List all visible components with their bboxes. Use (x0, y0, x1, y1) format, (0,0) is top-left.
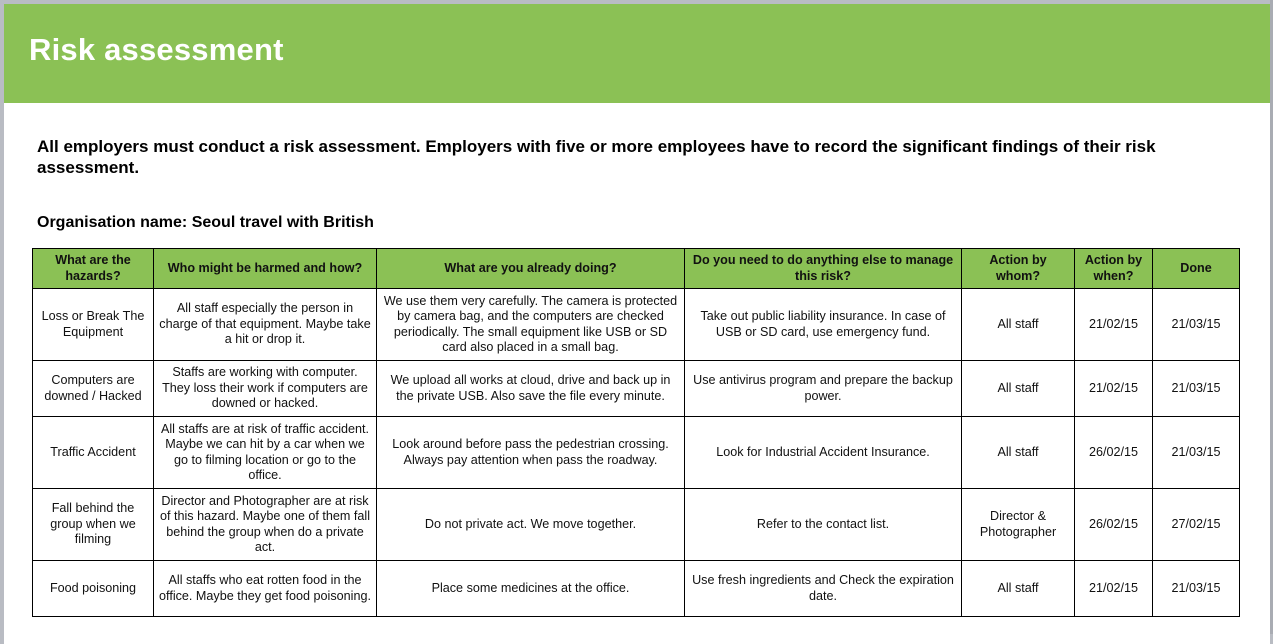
column-header-action-by-when: Action by when? (1074, 248, 1153, 289)
action-by-whom-cell: All staff (961, 416, 1075, 489)
column-header-done: Done (1152, 248, 1240, 289)
who-harmed-cell: All staffs who eat rotten food in the of… (153, 560, 377, 617)
table-header-row: What are the hazards? Who might be harme… (32, 248, 1240, 289)
hazard-cell: Loss or Break The Equipment (32, 288, 154, 361)
done-cell: 21/03/15 (1152, 288, 1240, 361)
hazard-cell: Computers are downed / Hacked (32, 360, 154, 417)
anything-else-cell: Take out public liability insurance. In … (684, 288, 962, 361)
done-cell: 21/03/15 (1152, 360, 1240, 417)
already-doing-cell: We upload all works at cloud, drive and … (376, 360, 685, 417)
done-cell: 21/03/15 (1152, 416, 1240, 489)
action-by-whom-cell: All staff (961, 288, 1075, 361)
table-row: Loss or Break The Equipment All staff es… (32, 288, 1240, 361)
table-row: Traffic Accident All staffs are at risk … (32, 416, 1240, 489)
table-row: Computers are downed / Hacked Staffs are… (32, 360, 1240, 417)
done-cell: 27/02/15 (1152, 488, 1240, 561)
already-doing-cell: Place some medicines at the office. (376, 560, 685, 617)
column-header-who-harmed: Who might be harmed and how? (153, 248, 377, 289)
page-title: Risk assessment (29, 32, 284, 67)
already-doing-cell: We use them very carefully. The camera i… (376, 288, 685, 361)
intro-text: All employers must conduct a risk assess… (37, 137, 1156, 177)
who-harmed-cell: All staff especially the person in charg… (153, 288, 377, 361)
action-by-when-cell: 21/02/15 (1074, 360, 1153, 417)
organisation-name: Organisation name: Seoul travel with Bri… (37, 214, 374, 231)
action-by-whom-cell: All staff (961, 360, 1075, 417)
table-row: Fall behind the group when we filming Di… (32, 488, 1240, 561)
column-header-action-by-whom: Action by whom? (961, 248, 1075, 289)
hazard-cell: Fall behind the group when we filming (32, 488, 154, 561)
action-by-when-cell: 26/02/15 (1074, 416, 1153, 489)
action-by-when-cell: 21/02/15 (1074, 288, 1153, 361)
who-harmed-cell: Director and Photographer are at risk of… (153, 488, 377, 561)
action-by-when-cell: 26/02/15 (1074, 488, 1153, 561)
document-page: Risk assessment All employers must condu… (4, 4, 1270, 644)
action-by-whom-cell: Director & Photographer (961, 488, 1075, 561)
column-header-already-doing: What are you already doing? (376, 248, 685, 289)
hazard-cell: Food poisoning (32, 560, 154, 617)
action-by-when-cell: 21/02/15 (1074, 560, 1153, 617)
done-cell: 21/03/15 (1152, 560, 1240, 617)
anything-else-cell: Use fresh ingredients and Check the expi… (684, 560, 962, 617)
anything-else-cell: Look for Industrial Accident Insurance. (684, 416, 962, 489)
who-harmed-cell: Staffs are working with computer. They l… (153, 360, 377, 417)
anything-else-cell: Refer to the contact list. (684, 488, 962, 561)
hazard-cell: Traffic Accident (32, 416, 154, 489)
column-header-hazards: What are the hazards? (32, 248, 154, 289)
table-row: Food poisoning All staffs who eat rotten… (32, 560, 1240, 617)
who-harmed-cell: All staffs are at risk of traffic accide… (153, 416, 377, 489)
already-doing-cell: Do not private act. We move together. (376, 488, 685, 561)
title-banner: Risk assessment (4, 4, 1270, 103)
anything-else-cell: Use antivirus program and prepare the ba… (684, 360, 962, 417)
already-doing-cell: Look around before pass the pedestrian c… (376, 416, 685, 489)
action-by-whom-cell: All staff (961, 560, 1075, 617)
risk-table: What are the hazards? Who might be harme… (32, 248, 1240, 617)
column-header-anything-else: Do you need to do anything else to manag… (684, 248, 962, 289)
